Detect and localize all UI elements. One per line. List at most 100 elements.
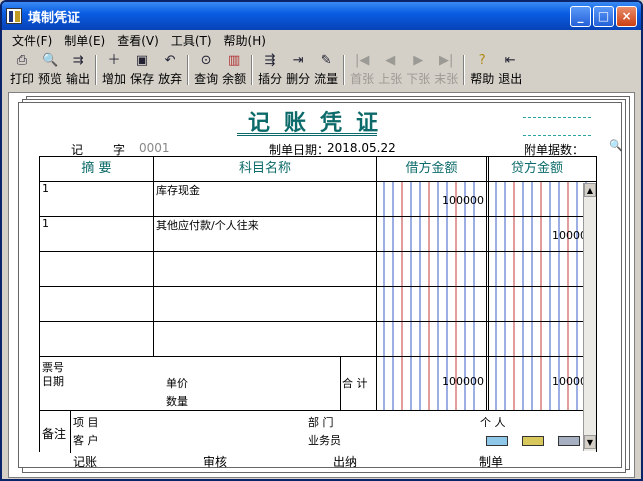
menu-bar: 文件(F) 制单(E) 查看(V) 工具(T) 帮助(H)	[2, 30, 641, 50]
scroll-down-icon[interactable]: ▼	[584, 435, 596, 449]
next-label: 下张	[406, 72, 431, 86]
voucher-number[interactable]: 0001	[139, 141, 170, 155]
preview-icon: 🔍	[42, 53, 59, 68]
add-button[interactable]: ＋ 增加	[100, 53, 128, 87]
prev-page-icon: ◀	[385, 53, 396, 68]
bookkeeper-label: 记账	[73, 455, 98, 469]
query-label: 查询	[194, 72, 219, 86]
menu-voucher[interactable]: 制单(E)	[58, 32, 111, 49]
output-button[interactable]: ⇉ 输出	[64, 53, 92, 87]
help-icon: ?	[478, 53, 486, 68]
unit-price-label: 单价	[166, 377, 188, 390]
help-label: 帮助	[470, 72, 495, 86]
flow-label: 流量	[314, 72, 339, 86]
flow-icon: ✎	[320, 53, 332, 68]
flow-button[interactable]: ✎ 流量	[312, 53, 340, 87]
remarks-row: 备注 项 目 客 户 部 门 业务员 个 人	[40, 410, 596, 453]
table-scrollbar[interactable]: ▲ ▼	[583, 183, 596, 451]
output-icon: ⇉	[72, 53, 84, 68]
insert-row-icon: ⇶	[264, 53, 276, 68]
bar-chart-icon: ▥	[227, 53, 241, 68]
menu-tools[interactable]: 工具(T)	[165, 32, 218, 49]
table-row[interactable]	[40, 286, 596, 321]
exit-button[interactable]: ⇤ 退出	[496, 53, 524, 87]
maximize-button[interactable]: □	[593, 6, 614, 27]
save-label: 保存	[130, 72, 155, 86]
print-button[interactable]: ⎙ 打印	[8, 53, 36, 87]
maker-label: 制单	[479, 455, 504, 469]
ticket-date-label: 日期	[42, 375, 64, 388]
column-divider	[70, 411, 71, 453]
last-label: 末张	[434, 72, 459, 86]
scroll-track[interactable]	[584, 197, 596, 435]
menu-view[interactable]: 查看(V)	[111, 32, 165, 49]
dashed-line	[523, 117, 591, 118]
column-divider	[340, 357, 341, 411]
table-row[interactable]	[40, 251, 596, 286]
menu-help[interactable]: 帮助(H)	[218, 32, 272, 49]
folder-icon[interactable]	[522, 436, 544, 446]
app-icon	[6, 8, 22, 24]
preview-button[interactable]: 🔍 预览	[36, 53, 64, 87]
summary-cell[interactable]: 1	[40, 217, 153, 251]
first-label: 首张	[350, 72, 375, 86]
help-button[interactable]: ? 帮助	[468, 53, 496, 87]
abandon-button[interactable]: ↶ 放弃	[156, 53, 184, 87]
first-page-icon: |◀	[354, 53, 370, 68]
next-page-icon: ▶	[413, 53, 424, 68]
add-icon: ＋	[107, 53, 121, 68]
card-icon[interactable]	[486, 436, 508, 446]
toolbar-separator	[187, 55, 190, 85]
binoculars-icon: ⊙	[200, 53, 212, 68]
print-label: 打印	[10, 72, 35, 86]
toolbar-separator	[343, 55, 346, 85]
prev-label: 上张	[378, 72, 403, 86]
title-bar[interactable]: 填制凭证 _ □ ×	[2, 2, 641, 30]
minimize-button[interactable]: _	[570, 6, 591, 27]
debit-header: 借方金额	[405, 161, 458, 176]
voucher-entry-table: 摘 要 科目名称 借方金额 贷方金额 1 库存现金 100000 1 其他应付款…	[39, 156, 597, 453]
person-label: 个 人	[480, 416, 506, 429]
account-cell[interactable]: 库存现金	[154, 182, 376, 216]
reviewer-label: 审核	[203, 455, 228, 469]
toolbar: ⎙ 打印 🔍 预览 ⇉ 输出 ＋增加 ▣ 保存 ↶ 放弃 ⊙ 查询 ▥ 余额 ⇶ 插分 ⇥ 删分 …	[8, 52, 640, 88]
save-button[interactable]: ▣ 保存	[128, 53, 156, 87]
scroll-up-icon[interactable]: ▲	[584, 183, 596, 197]
prev-button[interactable]: ◀ 上张	[376, 53, 404, 87]
salesman-label: 业务员	[308, 434, 341, 447]
table-row[interactable]: 1 库存现金 100000	[40, 181, 596, 216]
abandon-label: 放弃	[158, 72, 183, 86]
account-header: 科目名称	[238, 161, 291, 176]
edit-icon[interactable]	[558, 436, 580, 446]
quantity-label: 数量	[166, 395, 188, 408]
table-row[interactable]	[40, 321, 596, 356]
cashier-label: 出纳	[333, 455, 358, 469]
totals-row: 票号 日期 单价 数量 合 计 100000 100000	[40, 356, 596, 411]
attachment-search-icon[interactable]: 🔍	[609, 139, 623, 153]
delete-entry-button[interactable]: ⇥ 删分	[284, 53, 312, 87]
menu-file[interactable]: 文件(F)	[6, 32, 58, 49]
exit-door-icon: ⇤	[504, 53, 516, 68]
department-label: 部 门	[308, 416, 334, 429]
total-label: 合 计	[342, 377, 368, 390]
voucher-date[interactable]: 2018.05.22	[327, 141, 396, 155]
insert-entry-button[interactable]: ⇶ 插分	[256, 53, 284, 87]
insert-label: 插分	[258, 72, 283, 86]
toolbar-separator	[95, 55, 98, 85]
last-button[interactable]: ▶| 末张	[432, 53, 460, 87]
debit-amount[interactable]: 100000	[377, 194, 484, 207]
close-button[interactable]: ×	[616, 6, 637, 27]
account-cell[interactable]: 其他应付款/个人往来	[154, 217, 376, 251]
balance-button[interactable]: ▥ 余额	[220, 53, 248, 87]
voucher-sheet: 记账凭证 记 字 0001 制单日期： 2018.05.22 附单据数： 🔍 摘…	[18, 102, 623, 469]
table-row[interactable]: 1 其他应付款/个人往来 100000	[40, 216, 596, 251]
add-label: 增加	[102, 72, 127, 86]
query-button[interactable]: ⊙ 查询	[192, 53, 220, 87]
debit-total: 100000	[442, 375, 484, 388]
last-page-icon: ▶|	[439, 53, 454, 68]
summary-cell[interactable]: 1	[40, 182, 153, 216]
first-button[interactable]: |◀ 首张	[348, 53, 376, 87]
next-button[interactable]: ▶ 下张	[404, 53, 432, 87]
printer-icon: ⎙	[16, 53, 28, 68]
credit-amount[interactable]: 100000	[489, 229, 594, 242]
